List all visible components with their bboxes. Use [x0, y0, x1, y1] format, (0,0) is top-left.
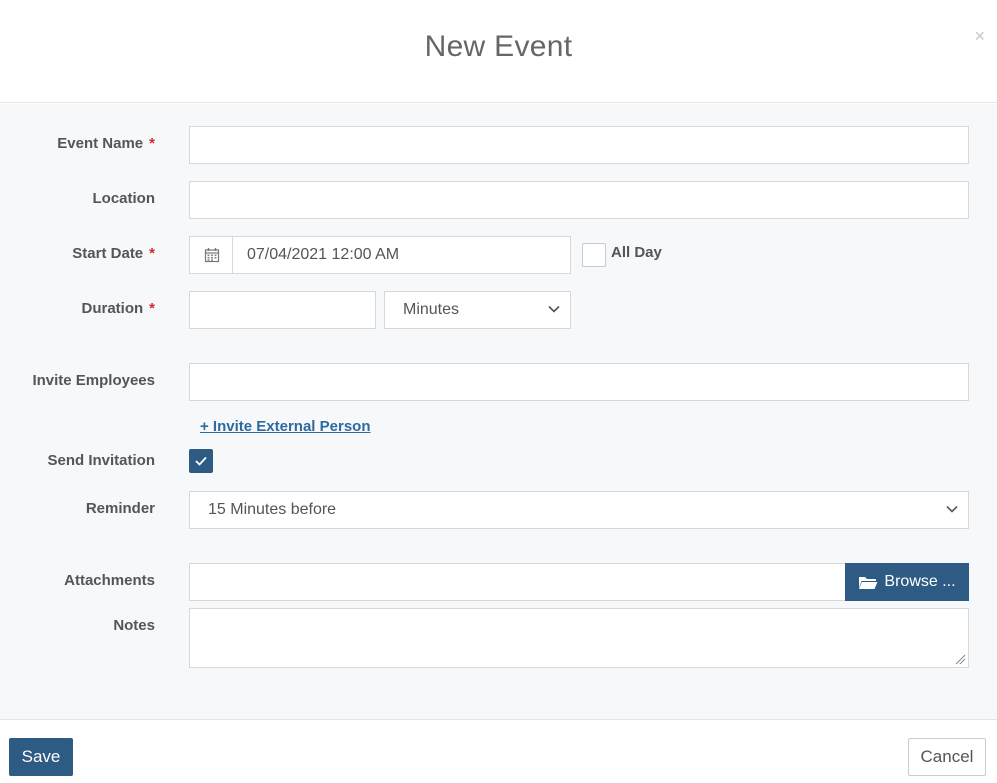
duration-input[interactable] — [189, 291, 376, 329]
save-button[interactable]: Save — [9, 738, 73, 776]
modal-header: New Event × — [0, 0, 997, 103]
calendar-icon — [204, 248, 219, 263]
reminder-label: Reminder — [85, 500, 155, 517]
duration-label: Duration * — [0, 299, 155, 319]
reminder-value: 15 Minutes before — [208, 501, 337, 518]
modal-body: Event Name * Location Start Date * 07/04/2… — [0, 104, 997, 719]
all-day-label: All Day — [611, 244, 662, 261]
invite-external-link[interactable]: + Invite External Person — [200, 417, 371, 437]
all-day-checkbox[interactable] — [582, 243, 606, 267]
folder-open-icon — [859, 577, 878, 589]
start-date-input[interactable]: 07/04/2021 12:00 AM — [232, 236, 571, 274]
duration-label-text: Duration — [81, 300, 144, 317]
browse-button[interactable]: Browse ... — [845, 563, 969, 601]
attachments-input[interactable] — [189, 563, 846, 601]
reminder-select[interactable]: 15 Minutes before — [189, 491, 969, 529]
location-input[interactable] — [189, 181, 969, 219]
modal-title: New Event — [424, 30, 573, 63]
notes-textarea[interactable] — [189, 608, 969, 668]
browse-label: Browse ... — [884, 573, 956, 590]
location-label: Location — [92, 190, 156, 207]
required-marker: * — [149, 300, 155, 317]
checkmark-icon — [195, 456, 207, 466]
duration-unit-value: Minutes — [403, 301, 460, 318]
notes-label: Notes — [113, 617, 155, 634]
cancel-button[interactable]: Cancel — [908, 738, 986, 776]
send-invitation-checkbox[interactable] — [189, 449, 213, 473]
required-marker: * — [149, 245, 155, 262]
attachments-label: Attachments — [64, 572, 155, 589]
duration-unit-select[interactable]: Minutes — [384, 291, 571, 329]
event-name-input[interactable] — [189, 126, 969, 164]
start-date-label-text: Start Date — [72, 245, 144, 262]
modal-footer: Save Cancel — [0, 719, 997, 783]
send-invitation-label: Send Invitation — [47, 452, 155, 469]
chevron-down-icon — [946, 505, 958, 513]
chevron-down-icon — [548, 305, 560, 313]
start-date-label: Start Date * — [0, 244, 155, 264]
calendar-button[interactable] — [189, 236, 233, 274]
invite-employees-label: Invite Employees — [32, 372, 155, 389]
required-marker: * — [149, 135, 155, 152]
event-name-label: Event Name * — [0, 134, 155, 154]
close-icon[interactable]: × — [974, 26, 985, 46]
event-name-label-text: Event Name — [57, 135, 144, 152]
invite-employees-input[interactable] — [189, 363, 969, 401]
resize-handle-icon[interactable] — [954, 653, 966, 665]
